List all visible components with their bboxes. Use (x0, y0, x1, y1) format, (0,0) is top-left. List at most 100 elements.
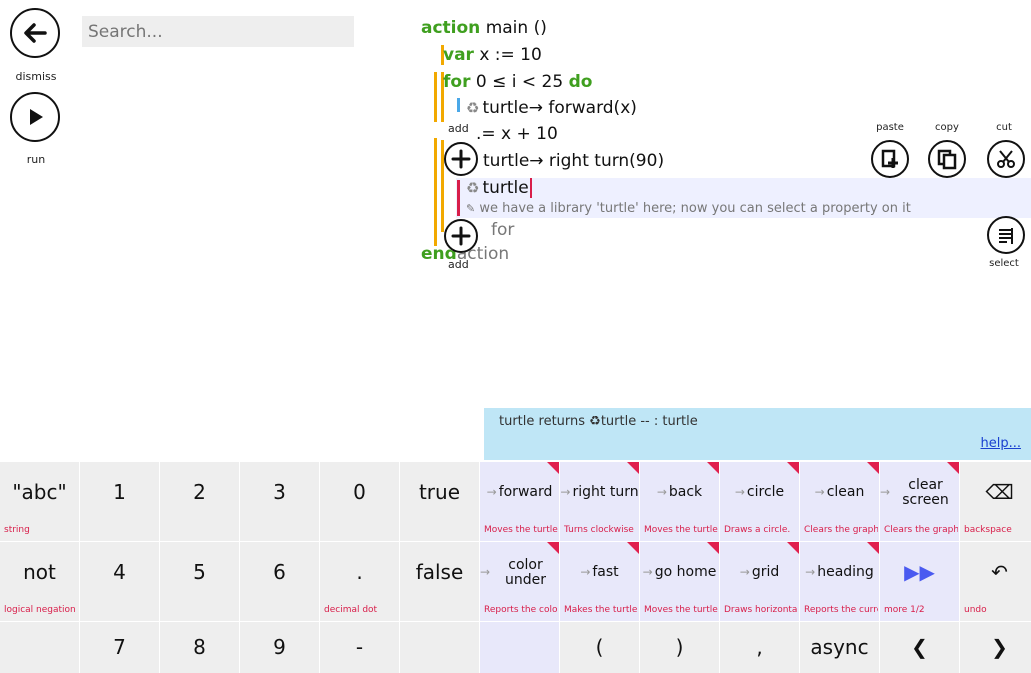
recycle-icon: ♻ (466, 99, 480, 117)
key-row2-0[interactable]: not logical negation (0, 542, 79, 621)
arrow-icon: → (739, 565, 750, 580)
copy-button[interactable] (928, 140, 966, 178)
paste-label: paste (876, 122, 904, 133)
key-row3-5[interactable] (400, 622, 479, 673)
key-row2-7[interactable]: → fast Makes the turtle (560, 542, 639, 621)
key-row2-3[interactable]: 6 (240, 542, 319, 621)
key-row2-8[interactable]: → go home Moves the turtle (640, 542, 719, 621)
key-row3-2[interactable]: 8 (160, 622, 239, 673)
key-description: Moves the turtle (644, 525, 718, 535)
key-label: ↶ (991, 560, 1008, 584)
arrow-icon: → (486, 485, 497, 500)
key-row1-1[interactable]: 1 (80, 462, 159, 541)
key-row1-3[interactable]: 3 (240, 462, 319, 541)
key-row3-11[interactable]: ❮ (880, 622, 959, 673)
text-cursor (529, 178, 538, 198)
key-row1-12[interactable]: ⌫ backspace (960, 462, 1031, 541)
key-row1-4[interactable]: 0 (320, 462, 399, 541)
help-link[interactable]: help... (981, 436, 1022, 451)
arrow-icon: → (734, 485, 745, 500)
key-row1-8[interactable]: → back Moves the turtle (640, 462, 719, 541)
key-label: ❯ (991, 635, 1008, 659)
code-line-3[interactable]: for 0 ≤ i < 25 do (443, 72, 592, 92)
key-label: ❮ (911, 635, 928, 659)
arrow-icon: → (560, 485, 571, 500)
code-line-5[interactable]: .= x + 10 (476, 124, 558, 144)
info-panel: turtle returns ♻turtle -- : turtle help.… (484, 408, 1031, 460)
forward-statement: turtle→ forward(x) (482, 98, 637, 118)
key-row2-1[interactable]: 4 (80, 542, 159, 621)
key-row3-1[interactable]: 7 (80, 622, 159, 673)
code-line-7[interactable]: ♻ turtle (466, 178, 538, 198)
key-description: Draws a circle. (724, 525, 791, 535)
key-row3-4[interactable]: - (320, 622, 399, 673)
arrow-left-icon (24, 23, 47, 43)
corner-marker (627, 462, 639, 474)
code-line-4[interactable]: ♻ turtle→ forward(x) (466, 98, 637, 118)
corner-marker (867, 462, 879, 474)
key-row2-10[interactable]: →headingReports the current (800, 542, 879, 621)
key-row1-5[interactable]: true (400, 462, 479, 541)
key-description: logical negation (4, 605, 76, 615)
plus-icon (451, 149, 471, 169)
code-line-2[interactable]: var x := 10 (443, 45, 542, 65)
key-row1-2[interactable]: 2 (160, 462, 239, 541)
search-input[interactable] (82, 16, 354, 47)
cut-button[interactable] (987, 140, 1025, 178)
play-icon (30, 109, 43, 125)
run-button[interactable] (10, 92, 60, 142)
key-row1-9[interactable]: → circle Draws a circle. (720, 462, 799, 541)
key-description: Reports the current (804, 605, 878, 615)
key-label (400, 622, 479, 673)
code-line-1[interactable]: action main () (421, 18, 547, 38)
key-row2-11[interactable]: ▶▶ more 1/2 (880, 542, 959, 621)
end-for-text: for (491, 220, 515, 240)
code-line-6[interactable]: turtle→ right turn(90) (483, 151, 664, 171)
key-row1-0[interactable]: "abc" string (0, 462, 79, 541)
edit-bracket (457, 180, 460, 216)
select-lines-icon (999, 228, 1013, 244)
key-description: Clears the graphics (804, 525, 878, 535)
action-bracket (434, 72, 437, 122)
arrow-icon: → (805, 565, 816, 580)
statement-bracket (457, 98, 460, 112)
key-row2-6[interactable]: → color under Reports the color (480, 542, 559, 621)
key-row3-9[interactable]: , (720, 622, 799, 673)
key-row3-10[interactable]: async (800, 622, 879, 673)
key-row3-12[interactable]: ❯ (960, 622, 1031, 673)
for-range: 0 ≤ i < 25 (475, 72, 564, 92)
add-button[interactable] (444, 142, 478, 176)
key-row1-10[interactable]: →cleanClears the graphics (800, 462, 879, 541)
paste-button[interactable] (871, 140, 909, 178)
key-row1-6[interactable]: → forward Moves the turtle (480, 462, 559, 541)
key-description: Makes the turtle (564, 605, 638, 615)
key-row2-4[interactable]: . decimal dot (320, 542, 399, 621)
add-button-lower[interactable] (444, 219, 478, 253)
end-for-line[interactable]: for (491, 220, 514, 240)
key-row1-7[interactable]: → right turn Turns clockwise (560, 462, 639, 541)
corner-marker (707, 542, 719, 554)
key-row3-0[interactable] (0, 622, 79, 673)
info-text: turtle returns ♻turtle -- : turtle (499, 414, 698, 429)
key-row2-12[interactable]: ↶ undo (960, 542, 1031, 621)
key-row3-8[interactable]: ) (640, 622, 719, 673)
key-row3-3[interactable]: 9 (240, 622, 319, 673)
var-keyword: var (443, 45, 474, 65)
corner-marker (707, 462, 719, 474)
key-description: Reports the color (484, 605, 558, 615)
key-description: string (4, 525, 30, 535)
pencil-icon: ✎ (466, 202, 476, 215)
key-label: - (355, 635, 364, 659)
dismiss-button[interactable] (10, 8, 60, 58)
key-row3-7[interactable]: ( (560, 622, 639, 673)
key-row3-6[interactable] (480, 622, 559, 673)
key-row2-2[interactable]: 5 (160, 542, 239, 621)
action-keyword: action (421, 18, 481, 38)
action-signature: main () (485, 18, 547, 38)
select-button[interactable] (987, 216, 1025, 254)
key-row2-5[interactable]: false (400, 542, 479, 621)
var-statement: x := 10 (479, 45, 542, 65)
key-row2-9[interactable]: → grid Draws horizontal (720, 542, 799, 621)
corner-marker (947, 462, 959, 474)
key-row1-11[interactable]: →clear screenClears the graphics (880, 462, 959, 541)
